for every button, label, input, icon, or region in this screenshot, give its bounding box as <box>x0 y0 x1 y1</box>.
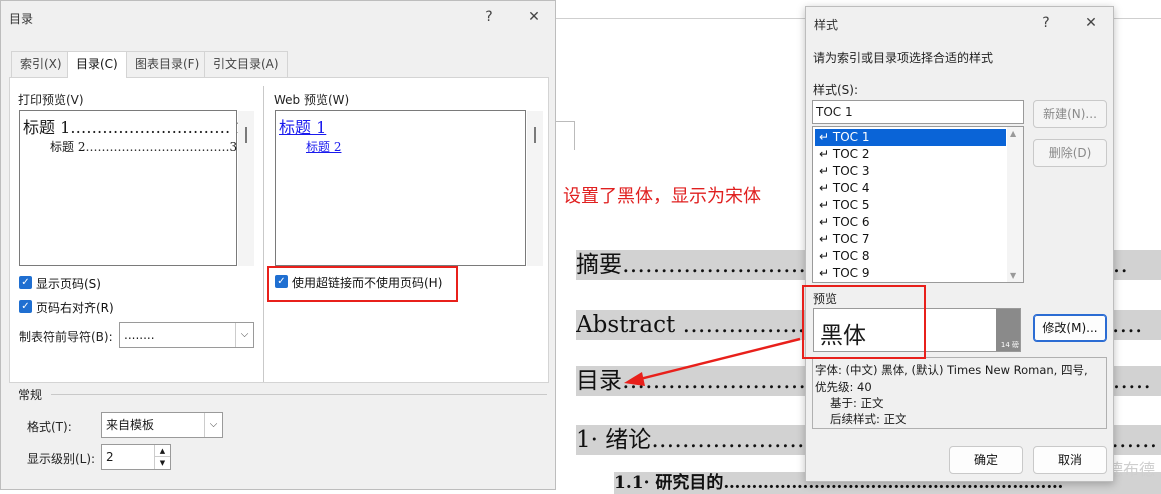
styles-label: 样式(S): <box>813 83 859 97</box>
print-preview-h2: 标题 2………………………………3 <box>50 140 238 154</box>
toc-tab-panel: 打印预览(V) 标题 1………………………… 1 标题 2……………………………… <box>9 77 549 383</box>
print-preview-h1: 标题 1………………………… 1 <box>23 118 246 137</box>
description-line: 基于: 正文 <box>830 396 884 410</box>
list-item[interactable]: ↵ TOC 2 <box>819 146 869 163</box>
print-preview-label: 打印预览(V) <box>18 93 84 107</box>
help-icon[interactable]: ? <box>479 7 499 27</box>
levels-spinner[interactable]: 2 ▲ ▼ <box>101 444 171 470</box>
spinner-down-icon[interactable]: ▼ <box>154 457 170 469</box>
levels-label: 显示级别(L): <box>27 452 96 466</box>
instruction-text: 请为索引或目录项选择合适的样式 <box>813 51 994 65</box>
spinner-up-icon[interactable]: ▲ <box>154 445 170 457</box>
description-line: 字体: (中文) 黑体, (默认) Times New Roman, 四号, <box>815 363 1088 377</box>
web-preview-h1[interactable]: 标题 1 <box>279 114 326 138</box>
tab-leader-select[interactable]: ........ ⌵ <box>119 322 254 348</box>
scroll-thumb[interactable] <box>534 127 536 143</box>
levels-value[interactable]: 2 <box>106 450 114 464</box>
scroll-down-icon[interactable]: ▼ <box>1010 271 1016 280</box>
toc-dialog-title: 目录 <box>9 12 34 26</box>
format-label: 格式(T): <box>27 420 72 434</box>
delete-style-button[interactable]: 删除(D) <box>1033 139 1107 167</box>
tab-leader-label: 制表符前导符(B): <box>19 330 113 344</box>
general-divider <box>51 394 547 395</box>
print-preview-box: 标题 1………………………… 1 标题 2………………………………3 <box>19 110 246 266</box>
web-preview-scrollbar[interactable] <box>527 111 543 266</box>
show-page-numbers-label[interactable]: 显示页码(S) <box>36 275 101 292</box>
list-item[interactable]: ↵ TOC 4 <box>819 180 869 197</box>
red-highlight-box <box>267 266 458 302</box>
show-page-numbers-checkbox[interactable]: ✓ <box>19 276 32 289</box>
cancel-button[interactable]: 取消 <box>1033 446 1107 474</box>
general-section-label: 常规 <box>18 388 43 402</box>
modify-style-button[interactable]: 修改(M)... <box>1033 314 1107 342</box>
format-value: 来自模板 <box>106 418 155 432</box>
tab-index[interactable]: 索引(X) <box>11 51 71 77</box>
list-item[interactable]: ↵ TOC 5 <box>819 197 869 214</box>
new-style-button[interactable]: 新建(N)... <box>1033 100 1107 128</box>
list-item[interactable]: ↵ TOC 9 <box>819 265 869 282</box>
style-name-value[interactable]: TOC 1 <box>816 105 853 119</box>
description-line: 优先级: 40 <box>815 380 872 394</box>
toc-dialog: 目录 ? ✕ 索引(X) 目录(C) 图表目录(F) 引文目录(A) 打印预览(… <box>0 0 556 490</box>
description-line: 后续样式: 正文 <box>830 412 907 426</box>
tab-citations[interactable]: 引文目录(A) <box>204 51 288 77</box>
preview-size-bar: 14 磅 <box>996 309 1020 351</box>
tab-toc[interactable]: 目录(C) <box>67 51 127 78</box>
web-preview-h2[interactable]: 标题 2 <box>306 138 341 155</box>
list-item[interactable]: ↵ TOC 1 <box>815 129 1006 146</box>
print-preview-scrollbar[interactable] <box>238 111 254 266</box>
panel-divider <box>263 86 264 382</box>
web-preview-box: 标题 1 标题 2 <box>275 110 526 266</box>
preview-size: 14 磅 <box>1000 341 1019 349</box>
style-dialog-titlebar[interactable]: 样式 ? ✕ <box>806 7 1113 39</box>
toc-dialog-titlebar[interactable]: 目录 ? ✕ <box>1 1 555 33</box>
close-icon[interactable]: ✕ <box>524 7 544 27</box>
style-list[interactable]: ↵ TOC 1 ↵ TOC 2 ↵ TOC 3 ↵ TOC 4 ↵ TOC 5 … <box>812 126 1024 283</box>
right-align-checkbox[interactable]: ✓ <box>19 300 32 313</box>
list-item[interactable]: ↵ TOC 7 <box>819 231 869 248</box>
format-select[interactable]: 来自模板 ⌵ <box>101 412 223 438</box>
scroll-up-icon[interactable]: ▲ <box>1010 129 1016 138</box>
style-dialog-title: 样式 <box>814 18 839 32</box>
chevron-down-icon[interactable]: ⌵ <box>204 413 222 437</box>
tab-figures[interactable]: 图表目录(F) <box>126 51 209 77</box>
help-icon[interactable]: ? <box>1036 13 1056 33</box>
list-item[interactable]: ↵ TOC 8 <box>819 248 869 265</box>
chevron-down-icon[interactable]: ⌵ <box>235 323 253 347</box>
style-dialog: 样式 ? ✕ 请为索引或目录项选择合适的样式 样式(S): TOC 1 ↵ TO… <box>805 6 1114 482</box>
style-description: 字体: (中文) 黑体, (默认) Times New Roman, 四号, 优… <box>812 357 1107 429</box>
list-item[interactable]: ↵ TOC 6 <box>819 214 869 231</box>
tab-leader-value: ........ <box>124 328 155 342</box>
close-icon[interactable]: ✕ <box>1081 13 1101 33</box>
red-highlight-box <box>802 285 926 359</box>
web-preview-label: Web 预览(W) <box>274 93 350 107</box>
style-name-input[interactable]: TOC 1 <box>812 100 1024 124</box>
scroll-thumb[interactable] <box>245 127 247 143</box>
style-list-scrollbar[interactable]: ▲ ▼ <box>1007 127 1023 282</box>
ok-button[interactable]: 确定 <box>949 446 1023 474</box>
right-align-label[interactable]: 页码右对齐(R) <box>36 299 114 316</box>
list-item[interactable]: ↵ TOC 3 <box>819 163 869 180</box>
